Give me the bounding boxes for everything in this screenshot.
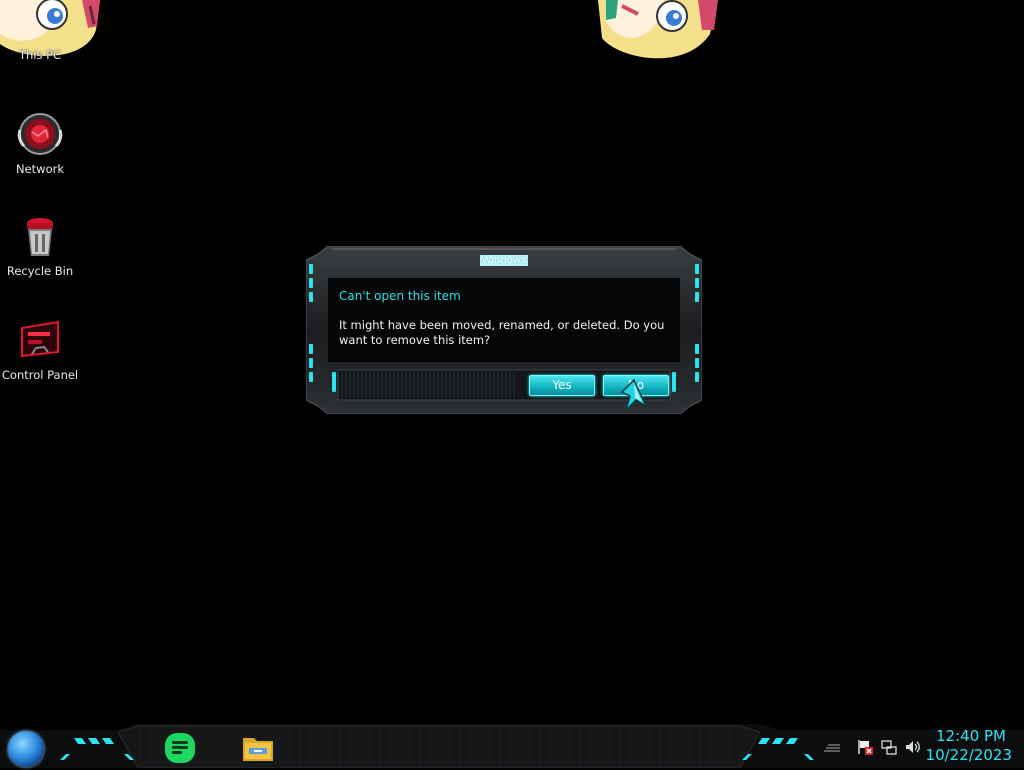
dialog-title-text: Windows [479, 255, 529, 266]
dialog-message: It might have been moved, renamed, or de… [339, 318, 665, 347]
start-button[interactable] [8, 731, 44, 767]
mouse-cursor-icon [620, 378, 648, 416]
yes-button[interactable]: Yes [529, 375, 595, 396]
file-explorer-icon[interactable] [240, 730, 276, 766]
dialog-heading: Can't open this item [339, 289, 461, 303]
wallpaper-character-right [598, 0, 720, 66]
desktop-icon-label: Network [15, 162, 65, 176]
notes-app-icon[interactable] [162, 730, 198, 766]
volume-icon[interactable] [905, 739, 921, 755]
desktop-icon-network[interactable]: Network [0, 112, 80, 176]
network-tray-icon[interactable] [881, 739, 897, 755]
dialog-content: Can't open this item It might have been … [328, 278, 680, 362]
desktop-icon-label: This PC [18, 48, 62, 62]
desktop-icon-recycle-bin[interactable]: Recycle Bin [0, 214, 80, 278]
recycle-bin-icon [16, 214, 64, 262]
desktop-icon-label: Recycle Bin [6, 264, 74, 278]
network-icon [16, 112, 64, 160]
clock-date[interactable]: 10/22/2023 [926, 746, 1012, 764]
control-panel-icon [16, 318, 64, 366]
clock-time[interactable]: 12:40 PM [936, 727, 1006, 745]
show-hidden-icons-icon[interactable] [822, 739, 840, 755]
desktop-icon-control-panel[interactable]: Control Panel [0, 318, 80, 382]
desktop-icon-label: Control Panel [1, 368, 79, 382]
action-center-flag-icon[interactable] [857, 739, 873, 755]
dialog-title: Windows [306, 255, 702, 266]
desktop-icon-this-pc[interactable]: This PC [0, 46, 80, 62]
